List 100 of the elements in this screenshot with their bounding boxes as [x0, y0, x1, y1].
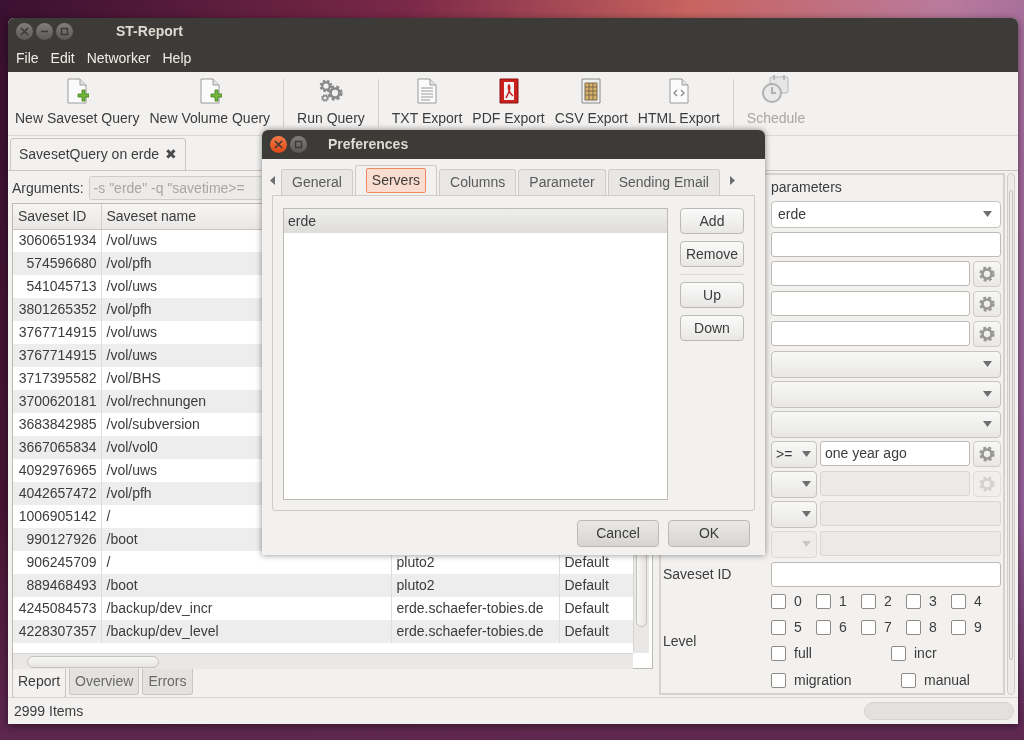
dialog-button[interactable]: Remove	[680, 241, 744, 267]
settings-icon	[978, 325, 996, 343]
view-tab[interactable]: Report	[12, 669, 67, 698]
checkbox-label: 5	[794, 618, 802, 637]
checkbox[interactable]	[771, 673, 786, 688]
text-field[interactable]	[771, 561, 1001, 587]
toolbar-button[interactable]: PDF Export	[467, 78, 550, 129]
settings-icon	[978, 474, 996, 493]
dropdown[interactable]: >=	[771, 440, 817, 468]
dialog-button[interactable]: Cancel	[577, 520, 659, 547]
text-document-icon	[415, 78, 440, 104]
column-header[interactable]: Saveset ID	[13, 204, 101, 229]
view-tab[interactable]: Overview	[69, 669, 140, 695]
table-cell: 889468493	[13, 574, 101, 597]
scrollbar-thumb[interactable]	[1009, 190, 1013, 660]
dropdown[interactable]	[771, 410, 1001, 438]
text-field[interactable]	[771, 321, 970, 346]
caret-icon	[983, 361, 992, 367]
horizontal-scrollbar[interactable]	[13, 653, 633, 669]
table-cell: 574596680	[13, 252, 101, 275]
checkbox-label: 0	[794, 592, 802, 611]
dropdown[interactable]	[771, 500, 817, 528]
caret-icon	[802, 511, 811, 517]
text-field[interactable]	[771, 291, 970, 316]
dialog-button[interactable]: OK	[668, 520, 750, 547]
caret-icon	[802, 451, 811, 457]
checkbox[interactable]	[861, 620, 876, 635]
checkbox[interactable]	[771, 646, 786, 661]
caret-icon	[802, 541, 811, 547]
checkbox[interactable]	[906, 620, 921, 635]
checkbox[interactable]	[951, 620, 966, 635]
settings-button[interactable]	[973, 440, 1001, 467]
table-cell: 4228307357	[13, 620, 101, 643]
dialog-tab[interactable]: Columns	[439, 169, 517, 195]
maximize-button[interactable]	[56, 22, 73, 40]
dialog-button[interactable]: Down	[680, 315, 744, 341]
text-field[interactable]: one year ago	[820, 440, 970, 466]
toolbar-button[interactable]: TXT Export	[386, 78, 468, 129]
checkbox[interactable]	[816, 620, 831, 635]
checkbox-label: 2	[884, 592, 892, 611]
settings-button[interactable]	[973, 261, 1001, 287]
vertical-scrollbar[interactable]	[1007, 173, 1015, 695]
close-tab-button[interactable]: ✖	[165, 144, 178, 165]
dropdown[interactable]: erde	[771, 200, 1001, 228]
checkbox-label: 6	[839, 618, 847, 637]
settings-button[interactable]	[973, 321, 1001, 347]
table-cell: 3801265352	[13, 298, 101, 321]
settings-icon	[978, 444, 996, 463]
dialog-button[interactable]: Add	[680, 208, 744, 234]
new-document-icon	[65, 78, 90, 104]
checkbox[interactable]	[816, 594, 831, 609]
server-item[interactable]: erde	[284, 209, 667, 233]
toolbar-button[interactable]: New Saveset Query	[10, 78, 145, 129]
dropdown[interactable]	[771, 380, 1001, 408]
close-button[interactable]	[270, 136, 287, 153]
checkbox[interactable]	[891, 646, 906, 661]
toolbar-button[interactable]: Run Query	[292, 78, 370, 129]
status-text: 2999 Items	[14, 701, 84, 721]
toolbar-button[interactable]: New Volume Query	[144, 78, 276, 129]
menu-item[interactable]: Edit	[44, 47, 81, 69]
document-tab[interactable]: SavesetQuery on erde	[19, 144, 160, 165]
toolbar-button[interactable]: CSV Export	[549, 78, 633, 129]
dropdown[interactable]	[771, 350, 1001, 378]
caret-icon	[802, 481, 811, 487]
checkbox-label: full	[794, 644, 812, 663]
settings-button[interactable]	[973, 291, 1001, 317]
minimize-button[interactable]	[36, 22, 53, 40]
menu-item[interactable]: Networker	[80, 47, 157, 69]
checkbox[interactable]	[771, 620, 786, 635]
toolbar-button[interactable]: HTML Export	[632, 78, 725, 129]
dialog-title: Preferences	[328, 135, 409, 154]
text-field[interactable]	[771, 231, 1001, 257]
scroll-left-icon	[270, 175, 275, 185]
panel-title: parameters	[771, 179, 842, 195]
arguments-label: Arguments:	[12, 178, 84, 198]
checkbox-label: incr	[914, 644, 937, 663]
checkbox[interactable]	[906, 594, 921, 609]
text-field[interactable]	[771, 261, 970, 286]
maximize-icon	[294, 140, 303, 149]
checkbox-label: 8	[929, 618, 937, 637]
dialog-tab[interactable]: Parameter	[518, 169, 606, 195]
dialog-tab[interactable]: General	[281, 169, 353, 195]
checkbox[interactable]	[951, 594, 966, 609]
maximize-button[interactable]	[290, 136, 307, 153]
close-icon	[20, 26, 29, 36]
close-button[interactable]	[16, 22, 33, 40]
settings-icon	[978, 265, 996, 283]
dialog-button[interactable]: Up	[680, 282, 744, 308]
menu-item[interactable]: File	[10, 47, 45, 69]
view-tab[interactable]: Errors	[142, 669, 193, 695]
dialog-tab[interactable]: Sending Email	[607, 169, 720, 195]
table-cell: Default	[559, 574, 633, 597]
scrollbar-thumb[interactable]	[27, 656, 159, 668]
caret-icon	[983, 421, 992, 427]
dropdown[interactable]	[771, 470, 817, 498]
dialog-tab[interactable]: Servers	[354, 165, 438, 195]
menu-item[interactable]: Help	[156, 47, 198, 69]
checkbox[interactable]	[771, 594, 786, 609]
checkbox[interactable]	[901, 673, 916, 688]
checkbox[interactable]	[861, 594, 876, 609]
